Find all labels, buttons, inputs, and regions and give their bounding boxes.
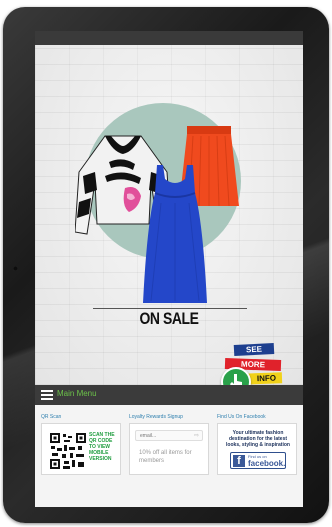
email-input[interactable] (135, 430, 203, 441)
status-bar (35, 31, 303, 45)
qr-widget-title: QR Scan (41, 414, 62, 420)
hero-banner[interactable]: ON SALE SEE MORE INFO (35, 45, 303, 397)
facebook-button[interactable]: f Find us on facebook. (230, 452, 286, 469)
facebook-button-big-text: facebook. (248, 459, 286, 468)
qr-instruction: SCAN THE QR CODE TO VIEW MOBILE VERSION (89, 432, 115, 462)
submit-arrow-icon[interactable]: ⇨ (194, 432, 199, 439)
dress-image (143, 165, 207, 303)
footer-widgets: QR Scan SCAN THE QR CODE TO VIEW MOBILE … (35, 405, 303, 507)
loyalty-widget-title: Loyalty Rewards Signup (129, 414, 183, 420)
on-sale-headline: ON SALE (139, 309, 199, 328)
see-badge[interactable]: SEE (233, 342, 275, 357)
main-menu-bar[interactable]: Main Menu (35, 385, 303, 405)
loyalty-widget: ⇨ 10% off all items for members (129, 423, 209, 475)
qr-widget: SCAN THE QR CODE TO VIEW MOBILE VERSION (41, 423, 121, 475)
loyalty-offer-text: 10% off all items for members (139, 450, 192, 464)
main-menu-label[interactable]: Main Menu (57, 389, 97, 398)
facebook-widget: Your ultimate fashion destination for th… (217, 423, 297, 475)
hamburger-icon[interactable] (41, 390, 53, 400)
facebook-widget-title: Find Us On Facebook (217, 414, 266, 420)
facebook-tagline: Your ultimate fashion destination for th… (226, 430, 290, 448)
facebook-icon: f (233, 455, 245, 467)
tablet-screen: ON SALE SEE MORE INFO Main Menu QR Scan (35, 31, 303, 507)
qr-code-icon (50, 433, 86, 469)
tablet-camera (13, 266, 18, 271)
